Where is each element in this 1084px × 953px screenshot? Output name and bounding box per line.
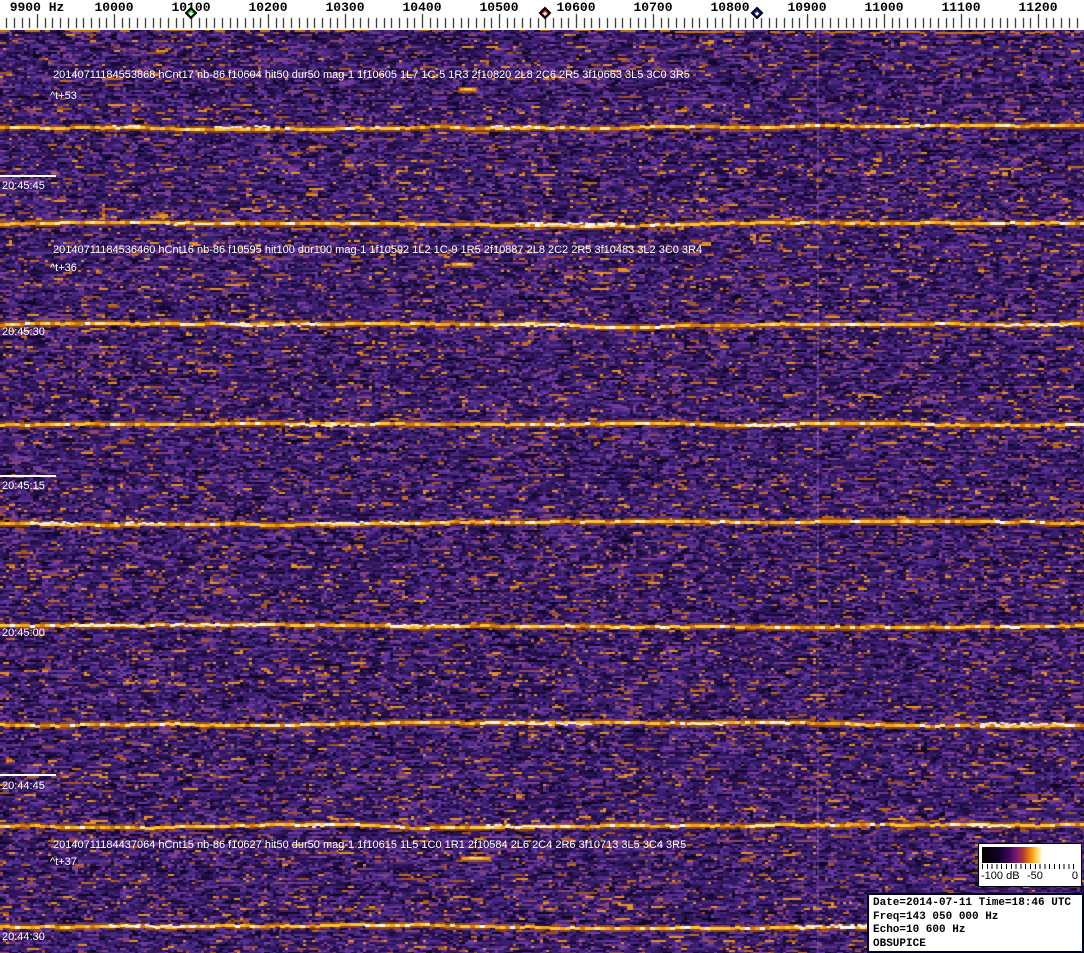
spectrogram-canvas	[0, 30, 1084, 953]
status-info-box: Date=2014-07-11 Time=18:46 UTC Freq=143 …	[867, 893, 1084, 953]
frequency-axis: 9900 Hz100001010010200103001040010500106…	[0, 0, 1084, 30]
meteor-waterfall-app: 9900 Hz100001010010200103001040010500106…	[0, 0, 1084, 953]
info-station-name: OBSUPICE	[873, 937, 926, 950]
freq-axis-label: 11000	[864, 0, 904, 15]
colorbar-gradient	[982, 847, 1078, 863]
freq-axis-label: 10600	[556, 0, 596, 15]
freq-axis-label: 11100	[941, 0, 981, 15]
colorbar-labels: -100 dB -50 0	[979, 870, 1081, 886]
marker-center-dot	[543, 10, 548, 16]
freq-axis-label: 10800	[710, 0, 750, 15]
marker-center-dot	[754, 10, 760, 16]
freq-axis-label: 11200	[1018, 0, 1058, 15]
colorbar-max-label: 0	[1071, 870, 1078, 882]
info-echo-frequency: Echo=10 600 Hz	[873, 924, 966, 936]
freq-axis-label: 10000	[94, 0, 134, 15]
colorbar-min-label: -100 dB	[981, 870, 1020, 882]
freq-axis-label: 10200	[248, 0, 288, 15]
freq-axis-label: 10400	[402, 0, 442, 15]
info-date-time: Date=2014-07-11 Time=18:46 UTC	[873, 897, 1072, 909]
colorbar-legend: -100 dB -50 0	[978, 843, 1082, 887]
freq-axis-label: 10900	[787, 0, 827, 15]
colorbar-ticks	[982, 864, 1078, 869]
colorbar-mid-label: -50	[1027, 870, 1043, 882]
freq-axis-label: 10700	[633, 0, 673, 15]
info-frequency: Freq=143 050 000 Hz	[873, 910, 999, 923]
marker-center-dot	[188, 10, 194, 16]
freq-axis-label: 10500	[479, 0, 519, 15]
freq-axis-label: 9900 Hz	[9, 0, 65, 15]
freq-axis-label: 10300	[325, 0, 365, 15]
